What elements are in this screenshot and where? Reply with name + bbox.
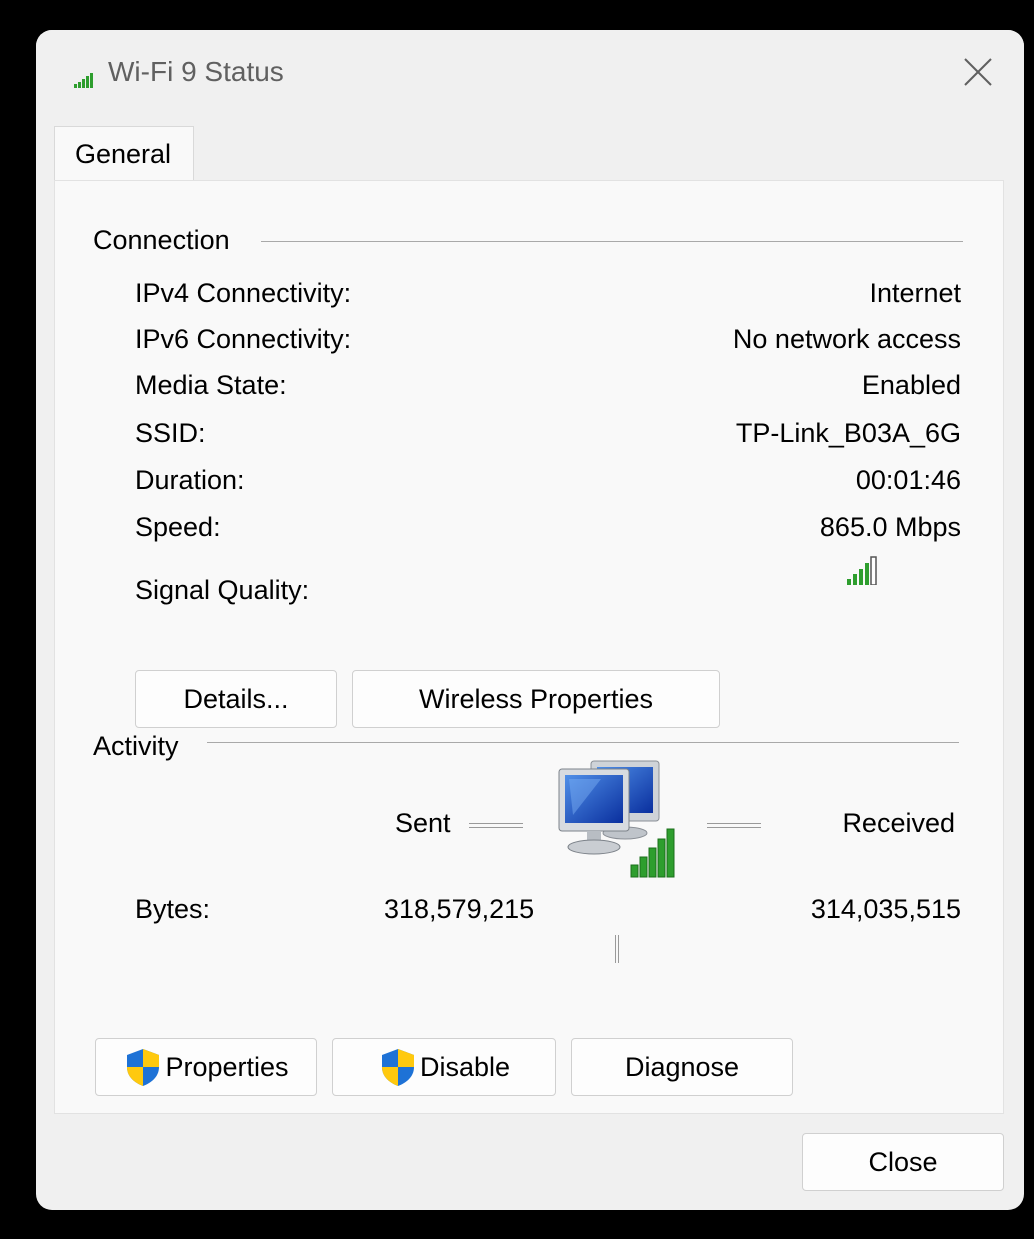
uac-shield-icon <box>378 1047 418 1087</box>
bytes-divider <box>615 935 619 963</box>
diagnose-button[interactable]: Diagnose <box>571 1038 793 1096</box>
ssid-label: SSID: <box>135 418 206 448</box>
media-state-label: Media State: <box>135 370 287 400</box>
duration-label: Duration: <box>135 465 245 495</box>
signal-quality-label: Signal Quality: <box>135 575 310 605</box>
activity-heading: Activity <box>93 731 179 761</box>
close-button[interactable]: Close <box>802 1133 1004 1191</box>
disable-button[interactable]: Disable <box>332 1038 556 1096</box>
ipv6-label: IPv6 Connectivity: <box>135 324 352 354</box>
connection-divider <box>261 241 963 242</box>
close-icon[interactable] <box>960 54 996 90</box>
activity-divider <box>207 742 959 743</box>
bytes-received-value: 314,035,515 <box>810 894 961 924</box>
ipv6-value: No network access <box>732 324 961 354</box>
status-dialog: Wi-Fi 9 Status General Connection IPv4 C… <box>36 30 1024 1210</box>
ipv4-label: IPv4 Connectivity: <box>135 278 352 308</box>
uac-shield-icon <box>123 1047 163 1087</box>
disable-button-label: Disable <box>419 1051 511 1082</box>
speed-label: Speed: <box>135 512 221 542</box>
received-label: Received <box>842 808 955 838</box>
signal-quality-icon <box>847 555 887 590</box>
sent-label: Sent <box>395 808 451 838</box>
sent-connector <box>469 823 523 828</box>
received-connector <box>707 823 761 828</box>
speed-value: 865.0 Mbps <box>819 512 961 542</box>
connection-heading: Connection <box>93 225 230 255</box>
wifi-signal-icon <box>74 72 98 93</box>
bytes-sent-value: 318,579,215 <box>384 894 535 924</box>
duration-value: 00:01:46 <box>855 465 961 495</box>
properties-button-label: Properties <box>165 1051 289 1082</box>
ipv4-value: Internet <box>869 278 961 308</box>
bytes-label: Bytes: <box>135 894 211 924</box>
tab-strip: General <box>36 126 1024 182</box>
wireless-properties-button[interactable]: Wireless Properties <box>352 670 720 728</box>
tab-general[interactable]: General <box>54 126 194 182</box>
properties-button[interactable]: Properties <box>95 1038 317 1096</box>
details-button[interactable]: Details... <box>135 670 337 728</box>
title-bar: Wi-Fi 9 Status <box>36 30 1024 110</box>
network-computers-icon <box>551 755 691 886</box>
window-title: Wi-Fi 9 Status <box>108 56 284 87</box>
ssid-value: TP-Link_B03A_6G <box>735 418 961 448</box>
general-panel: Connection IPv4 Connectivity: Internet I… <box>54 180 1004 1114</box>
media-state-value: Enabled <box>861 370 961 400</box>
